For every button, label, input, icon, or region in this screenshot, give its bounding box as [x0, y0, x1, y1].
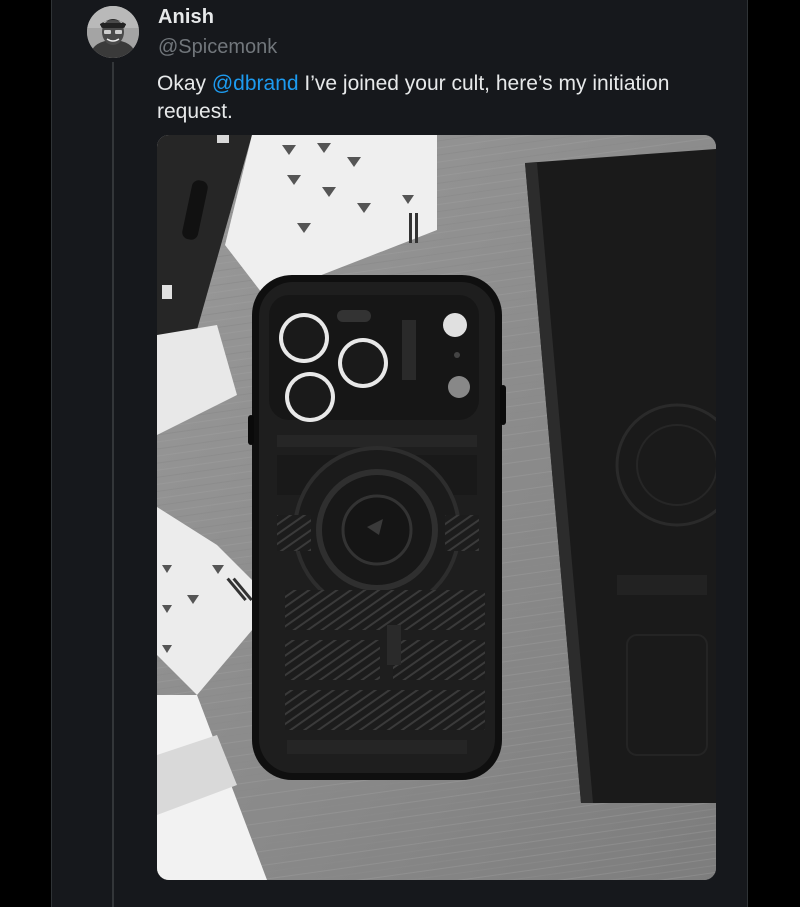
author-handle[interactable]: @Spicemonk: [158, 36, 277, 59]
photo-image: [157, 135, 716, 880]
tweet-card: Anish @Spicemonk Okay @dbrand I’ve joine…: [51, 0, 748, 907]
author-avatar[interactable]: [87, 6, 139, 58]
thread-line: [112, 62, 114, 907]
tweet-photo[interactable]: [157, 135, 716, 880]
tweet-text: Okay @dbrand I’ve joined your cult, here…: [157, 70, 727, 126]
avatar-photo-icon: [87, 6, 139, 58]
tweet-text-before: Okay: [157, 72, 212, 95]
mention-link[interactable]: @dbrand: [212, 72, 299, 95]
author-name[interactable]: Anish: [158, 6, 214, 29]
phone-case: [248, 275, 506, 780]
